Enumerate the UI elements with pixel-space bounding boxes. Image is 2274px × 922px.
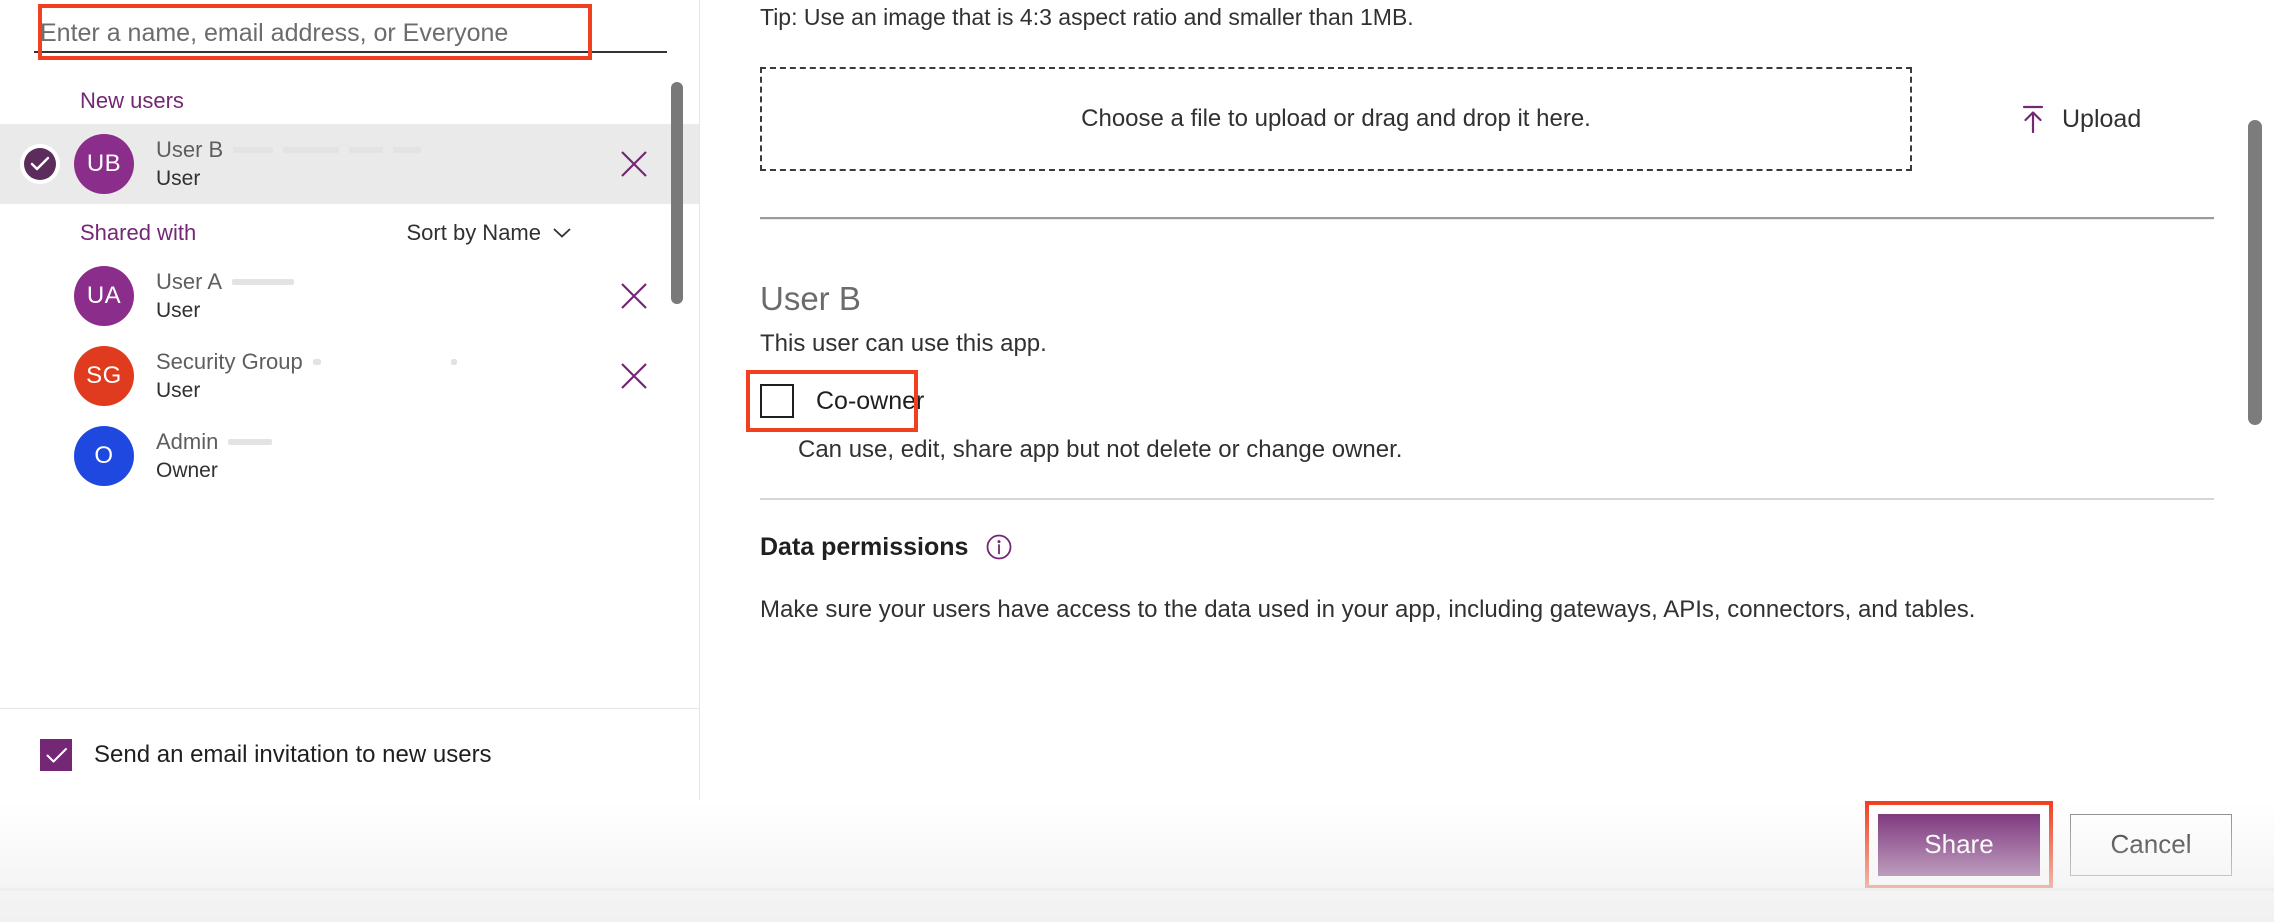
check-icon [46,747,67,762]
share-button[interactable]: Share [1878,813,2040,876]
cancel-button[interactable]: Cancel [2070,813,2232,876]
sort-by-dropdown[interactable]: Sort by Name [407,220,652,246]
app-details-panel: Add an image to the email to showcase wh… [700,0,2274,800]
selected-check-icon [20,144,60,184]
list-item[interactable]: O Admin Owner [0,416,699,496]
close-icon[interactable] [617,147,651,181]
person-role: Owner [156,458,218,482]
avatar-initials: UB [86,150,122,177]
new-users-section-header: New users [0,72,699,124]
upload-arrow-icon [2022,105,2044,134]
search-area [0,0,699,72]
dropzone-label: Choose a file to upload or drag and drop… [1081,105,1591,132]
details-scrollbar[interactable] [2248,0,2262,800]
avatar-initials: O [94,442,114,469]
share-button-wrap: Share [1865,800,2053,889]
people-list-scrollbar[interactable] [671,82,683,708]
file-dropzone[interactable]: Choose a file to upload or drag and drop… [760,67,1912,171]
app-details-content: Add an image to the email to showcase wh… [700,0,2274,624]
avatar-initials: UA [86,282,122,309]
list-item[interactable]: SG Security Group User [0,336,699,416]
avatar-initials: SG [86,362,122,389]
person-role: User [156,298,201,322]
permissions-divider [760,498,2214,500]
person-name: User A [156,268,223,294]
sort-by-label: Sort by Name [406,220,542,245]
data-permissions-header: Data permissions [746,532,2228,562]
data-permissions-body: Make sure your users have access to the … [760,596,1976,623]
data-permissions-title: Data permissions [760,532,969,561]
person-role: User [156,166,201,190]
dialog-footer: Share Cancel [0,800,2274,889]
coowner-checkbox[interactable] [760,384,794,418]
shared-with-label: Shared with [80,220,197,245]
selected-user-name: User B [760,280,861,317]
search-underline [34,51,667,53]
send-email-label: Send an email invitation to new users [94,740,492,768]
list-item-text: User B User [156,135,617,193]
shared-with-section-header: Shared with Sort by Name [0,204,699,256]
send-email-invitation-row[interactable]: Send an email invitation to new users [0,708,699,800]
send-email-checkbox[interactable] [40,738,72,771]
avatar: UA [74,266,134,326]
redacted-text [228,438,273,445]
redacted-text [283,146,340,153]
close-icon[interactable] [617,279,651,313]
chevron-down-icon [553,228,571,238]
redacted-text [233,146,274,153]
person-name-row: Admin [156,427,617,457]
coowner-row[interactable]: Co-owner [746,370,925,432]
redacted-text [349,146,384,153]
new-users-label: New users [80,88,184,113]
upload-button[interactable]: Upload [2020,104,2141,134]
selected-user-block: User B This user can use this app. Co-ow… [746,280,2228,464]
person-name-row: User B [156,135,617,165]
redacted-text [393,146,422,153]
image-tip-text: Tip: Use an image that is 4:3 aspect rat… [760,4,1414,30]
upload-label: Upload [2062,104,2142,133]
list-item[interactable]: UA User A User [0,256,699,336]
person-name-row: Security Group [156,347,617,377]
coowner-label: Co-owner [816,386,925,415]
info-icon[interactable] [984,532,1014,562]
section-divider [760,217,2214,220]
scrollbar-thumb[interactable] [671,82,683,304]
list-item-text: User A User [156,267,617,325]
person-name: Admin [156,428,219,454]
avatar: SG [74,346,134,406]
share-dialog: New users UB User B [0,0,2274,800]
list-item-text: Security Group User [156,347,617,405]
list-item-text: Admin Owner [156,427,617,485]
upload-row: Choose a file to upload or drag and drop… [746,67,2228,171]
people-panel: New users UB User B [0,0,700,800]
redacted-text [232,278,295,285]
scrollbar-thumb[interactable] [2248,120,2262,425]
list-item[interactable]: UB User B User [0,124,699,204]
person-name: User B [156,136,224,162]
redacted-text [312,358,321,365]
coowner-description: Can use, edit, share app but not delete … [798,436,1403,463]
owner-no-remove-placeholder [617,439,651,473]
avatar: UB [74,134,134,194]
selected-user-description: This user can use this app. [760,330,1047,357]
footer-shadow [0,888,2274,891]
people-list-scroll-region: New users UB User B User Shared with Sor… [0,72,699,708]
person-role: User [156,378,201,402]
share-app-dialog-screen: New users UB User B [0,0,2274,922]
avatar: O [74,426,134,486]
person-name-row: User A [156,267,617,297]
person-name: Security Group [156,348,303,374]
close-icon[interactable] [617,359,651,393]
redacted-text [450,358,457,365]
